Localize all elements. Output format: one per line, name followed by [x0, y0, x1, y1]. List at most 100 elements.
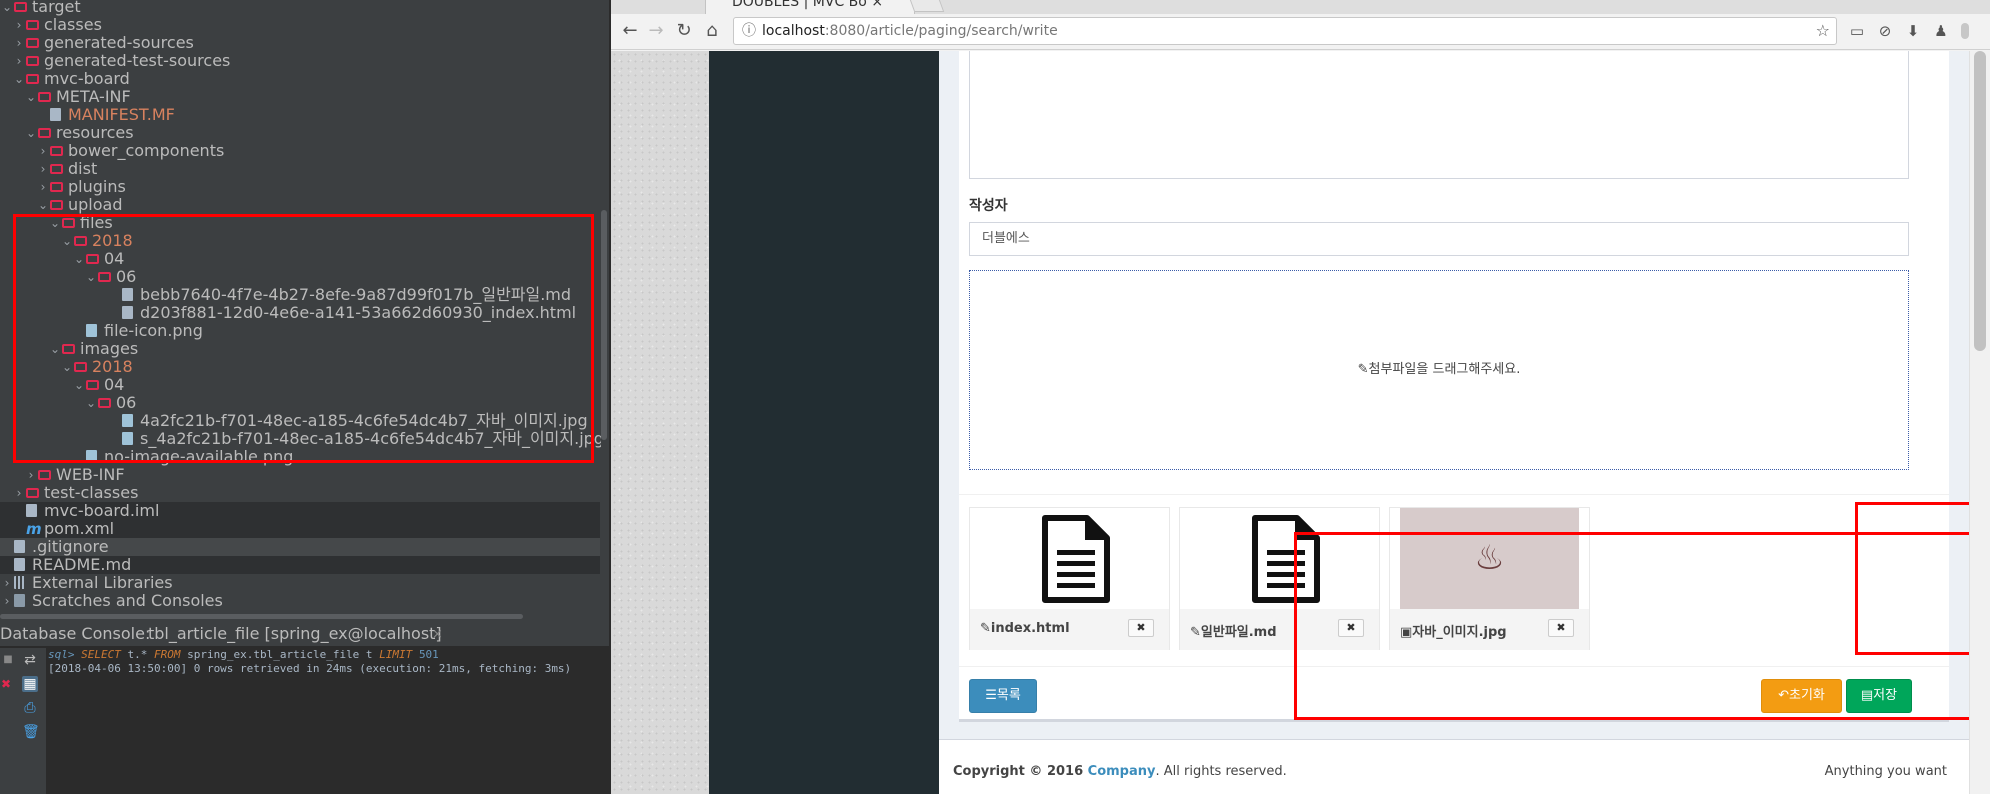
tree-scrollbar-thumb[interactable]	[601, 210, 607, 440]
folder-icon	[14, 2, 27, 12]
tree-item-label: META-INF	[56, 87, 131, 106]
tree-row[interactable]: ⌄ resources	[0, 124, 600, 142]
chevron-down-icon[interactable]: ⌄	[38, 196, 48, 214]
tree-row[interactable]: › test-classes	[0, 484, 600, 502]
file-icon	[50, 108, 61, 121]
tree-item-label: README.md	[32, 555, 132, 574]
tree-row[interactable]: m pom.xml	[0, 520, 600, 538]
tree-row[interactable]: › plugins	[0, 178, 600, 196]
tree-horizontal-scrollbar[interactable]	[0, 614, 523, 619]
file-icon	[14, 558, 25, 571]
chevron-right-icon[interactable]: ›	[14, 16, 24, 34]
bookmark-star-icon[interactable]: ☆	[1816, 18, 1830, 44]
tree-row[interactable]: › External Libraries	[0, 574, 600, 592]
rerun-icon[interactable]: ⇄	[22, 652, 38, 668]
console-output: sql> SELECT t.* FROM spring_ex.tbl_artic…	[48, 648, 571, 676]
tree-item-label: generated-test-sources	[44, 51, 231, 70]
browser-tab[interactable]: DOUBLES | MVC Bo ×	[705, 0, 915, 14]
extension-profile-icon[interactable]: ♟	[1931, 21, 1951, 41]
console-query-line: sql> SELECT t.* FROM spring_ex.tbl_artic…	[48, 648, 439, 661]
folder-icon	[26, 38, 39, 48]
chevron-right-icon[interactable]: ›	[38, 160, 48, 178]
print-icon[interactable]: ⎙	[22, 700, 38, 716]
list-button[interactable]: ☰목록	[969, 679, 1037, 713]
maven-icon: m	[26, 520, 42, 538]
tree-row[interactable]: › dist	[0, 160, 600, 178]
table-view-icon[interactable]: ▦	[22, 676, 38, 692]
tree-row[interactable]: › classes	[0, 16, 600, 34]
home-icon[interactable]: ⌂	[701, 20, 723, 42]
folder-icon	[26, 488, 39, 498]
reload-icon[interactable]: ↻	[673, 20, 695, 42]
extension-download-icon[interactable]: ⬇	[1903, 21, 1923, 41]
chevron-right-icon[interactable]: ›	[38, 178, 48, 196]
ide-panel: ⌄ target › classes › generated-sources › genera…	[0, 0, 609, 794]
console-title: Database Console:	[0, 624, 151, 643]
tree-row[interactable]: › generated-sources	[0, 34, 600, 52]
chevron-down-icon[interactable]: ⌄	[26, 124, 36, 142]
tree-row[interactable]: .gitignore	[0, 538, 600, 556]
tree-item-label: upload	[68, 195, 123, 214]
tree-row[interactable]: README.md	[0, 556, 600, 574]
tree-item-label: resources	[56, 123, 134, 142]
chevron-right-icon[interactable]: ›	[2, 574, 12, 592]
footer-company-link[interactable]: Company	[1088, 764, 1156, 779]
folder-icon	[50, 182, 63, 192]
tree-row[interactable]: mvc-board.iml	[0, 502, 600, 520]
content-textarea[interactable]	[969, 51, 1909, 179]
tree-item-label: target	[32, 0, 81, 16]
extension-cast-icon[interactable]: ▭	[1847, 21, 1867, 41]
address-bar[interactable]: ⓘ localhost:8080/article/paging/search/w…	[733, 17, 1837, 45]
page-scrollbar-thumb[interactable]	[1974, 51, 1986, 351]
extension-block-icon[interactable]: ⊘	[1875, 21, 1895, 41]
footer-copyright: Copyright © 2016 Company. All rights res…	[953, 764, 1287, 779]
delete-file-button[interactable]: ✖	[1128, 619, 1154, 637]
tree-scrollbar[interactable]	[601, 0, 607, 600]
tree-row[interactable]: ⌄ upload	[0, 196, 600, 214]
tree-row[interactable]: ⌄ target	[0, 0, 600, 16]
tree-row[interactable]: › generated-test-sources	[0, 52, 600, 70]
chevron-right-icon[interactable]: ›	[2, 592, 12, 610]
tree-item-label: Scratches and Consoles	[32, 591, 223, 610]
writer-input[interactable]: 더블에스	[969, 222, 1909, 256]
file-drop-zone[interactable]: ✎첨부파일을 드래그해주세요.	[969, 270, 1909, 470]
toolbar-scroll-edge	[1961, 23, 1969, 39]
chevron-right-icon[interactable]: ›	[14, 484, 24, 502]
folder-icon	[50, 200, 63, 210]
tree-row[interactable]: › bower_components	[0, 142, 600, 160]
trash-icon[interactable]: 🗑	[22, 724, 40, 740]
chevron-down-icon[interactable]: ⌄	[26, 88, 36, 106]
browser-tab-close-icon[interactable]: ×	[871, 0, 883, 10]
chevron-down-icon[interactable]: ⌄	[2, 0, 12, 16]
chevron-down-icon[interactable]: ⌄	[14, 70, 24, 88]
tree-row[interactable]: MANIFEST.MF	[0, 106, 600, 124]
forward-icon[interactable]: →	[645, 20, 667, 42]
new-tab-button[interactable]	[907, 0, 945, 12]
tree-row[interactable]: ⌄ mvc-board	[0, 70, 600, 88]
folder-icon	[50, 146, 63, 156]
stop-icon[interactable]: ✖	[0, 676, 14, 692]
browser-window: DOUBLES | MVC Bo × ← → ↻ ⌂ ⓘ localhost:8…	[611, 0, 1990, 794]
back-icon[interactable]: ←	[619, 20, 641, 42]
chevron-right-icon[interactable]: ›	[26, 466, 36, 484]
file-thumbnail[interactable]	[980, 508, 1159, 609]
tree-item-label: dist	[68, 159, 98, 178]
chevron-right-icon[interactable]: ›	[38, 142, 48, 160]
browser-tab-title: DOUBLES | MVC Bo	[732, 0, 867, 10]
console-tab[interactable]: tbl_article_file [spring_ex@localhost]	[148, 622, 442, 646]
folder-icon	[38, 92, 51, 102]
chevron-right-icon[interactable]: ›	[14, 52, 24, 70]
site-info-icon[interactable]: ⓘ	[742, 18, 756, 44]
console-tab-close-icon[interactable]: ×	[432, 623, 443, 647]
library-icon	[14, 576, 25, 589]
tree-item-label: pom.xml	[44, 519, 115, 538]
page-scrollbar[interactable]	[1969, 51, 1990, 794]
folder-icon	[26, 20, 39, 30]
tree-row[interactable]: › Scratches and Consoles	[0, 592, 600, 610]
file-name-link[interactable]: ✎index.html	[980, 621, 1070, 636]
tree-row[interactable]: ⌄ META-INF	[0, 88, 600, 106]
chevron-right-icon[interactable]: ›	[14, 34, 24, 52]
tree-row[interactable]: › WEB-INF	[0, 466, 600, 484]
file-name-link[interactable]: ✎일반파일.md	[1190, 621, 1277, 640]
browser-tab-strip: DOUBLES | MVC Bo ×	[611, 0, 1990, 14]
